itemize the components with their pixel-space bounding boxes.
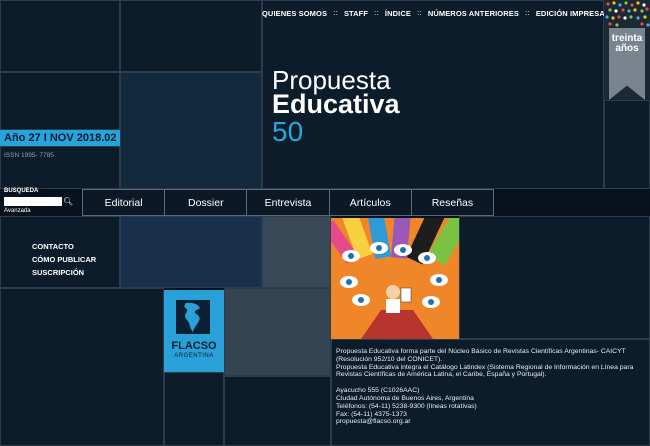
menu-dossier[interactable]: Dossier bbox=[165, 190, 248, 215]
journal-title[interactable]: Propuesta Educativa 50 bbox=[272, 67, 400, 146]
flacso-country: ARGENTINA bbox=[174, 353, 214, 359]
title-line-2: Educativa bbox=[272, 89, 400, 119]
info-paragraph-2: Propuesta Educativa integra el Catálogo … bbox=[336, 363, 634, 379]
grid-block bbox=[120, 216, 262, 288]
grid-block bbox=[0, 0, 120, 72]
advanced-search-link[interactable]: Avanzada bbox=[4, 208, 31, 214]
search-icon[interactable]: 🔍︎ bbox=[63, 196, 73, 207]
info-address-1: Ayacucho 555 (C1026AAC) bbox=[336, 387, 420, 395]
issue-label: Año 27 I NOV 2018.02 bbox=[0, 130, 120, 146]
grid-block bbox=[0, 288, 164, 446]
top-nav: QUIENES SOMOS :: STAFF :: ÍNDICE :: NÚME… bbox=[262, 4, 605, 22]
grid-block bbox=[164, 372, 224, 446]
menu-entrevista[interactable]: Entrevista bbox=[247, 190, 330, 215]
info-address-2: Ciudad Autónoma de Buenos Aires, Argenti… bbox=[336, 394, 474, 402]
grid-block bbox=[120, 0, 262, 72]
main-menu: Editorial Dossier Entrevista Artículos R… bbox=[82, 189, 494, 216]
nav-staff[interactable]: STAFF bbox=[344, 9, 368, 18]
menu-articulos[interactable]: Artículos bbox=[330, 190, 412, 215]
info-fax: Fax: (54-11) 4375-1373 bbox=[336, 410, 407, 418]
search-input[interactable] bbox=[4, 197, 62, 206]
nav-edicion-impresa[interactable]: EDICIÓN IMPRESA bbox=[536, 9, 605, 18]
link-suscripcion[interactable]: SUSCRIPCIÓN bbox=[32, 266, 96, 279]
cover-illustration[interactable] bbox=[331, 218, 459, 339]
info-email[interactable]: propuesta@flacso.org.ar bbox=[336, 418, 636, 426]
search-label: BUSQUEDA bbox=[4, 188, 39, 194]
nav-separator: :: bbox=[416, 9, 422, 17]
grid-block bbox=[224, 376, 331, 446]
issue-number: 50 bbox=[272, 116, 304, 147]
eyes-illustration bbox=[331, 218, 459, 339]
side-links: CONTACTO CÓMO PUBLICAR SUSCRIPCIÓN bbox=[32, 240, 96, 279]
info-phone: Teléfonos: (54-11) 5238-9300 (líneas rot… bbox=[336, 402, 477, 410]
nav-separator: :: bbox=[524, 9, 530, 17]
link-como-publicar[interactable]: CÓMO PUBLICAR bbox=[32, 253, 96, 266]
flacso-logo[interactable]: FLACSO ARGENTINA bbox=[164, 290, 224, 372]
badge-line-2: años bbox=[615, 43, 639, 54]
grid-block bbox=[459, 216, 650, 339]
link-contacto[interactable]: CONTACTO bbox=[32, 240, 96, 253]
ribbon: treinta años bbox=[609, 28, 645, 100]
nav-separator: :: bbox=[333, 9, 338, 17]
info-paragraph-1: Propuesta Educativa forma parte del Núcl… bbox=[336, 348, 626, 363]
nav-separator: :: bbox=[374, 9, 379, 17]
menu-editorial[interactable]: Editorial bbox=[83, 190, 166, 215]
journal-info: Propuesta Educativa forma parte del Núcl… bbox=[336, 348, 636, 426]
anniversary-badge: treinta años bbox=[604, 0, 650, 100]
americas-map-icon bbox=[176, 300, 210, 334]
nav-indice[interactable]: ÍNDICE bbox=[385, 9, 411, 18]
flacso-name: FLACSO bbox=[171, 340, 217, 352]
grid-block bbox=[262, 216, 331, 288]
grid-block bbox=[0, 72, 120, 130]
nav-numeros-anteriores[interactable]: NÚMEROS ANTERIORES bbox=[428, 9, 519, 18]
nav-quienes-somos[interactable]: QUIENES SOMOS bbox=[262, 9, 327, 18]
grid-block bbox=[604, 100, 650, 189]
grid-block bbox=[120, 72, 262, 189]
menu-resenas[interactable]: Reseñas bbox=[412, 190, 493, 215]
grid-block bbox=[224, 288, 331, 376]
issn: ISSN 1995- 7785 bbox=[4, 152, 54, 159]
